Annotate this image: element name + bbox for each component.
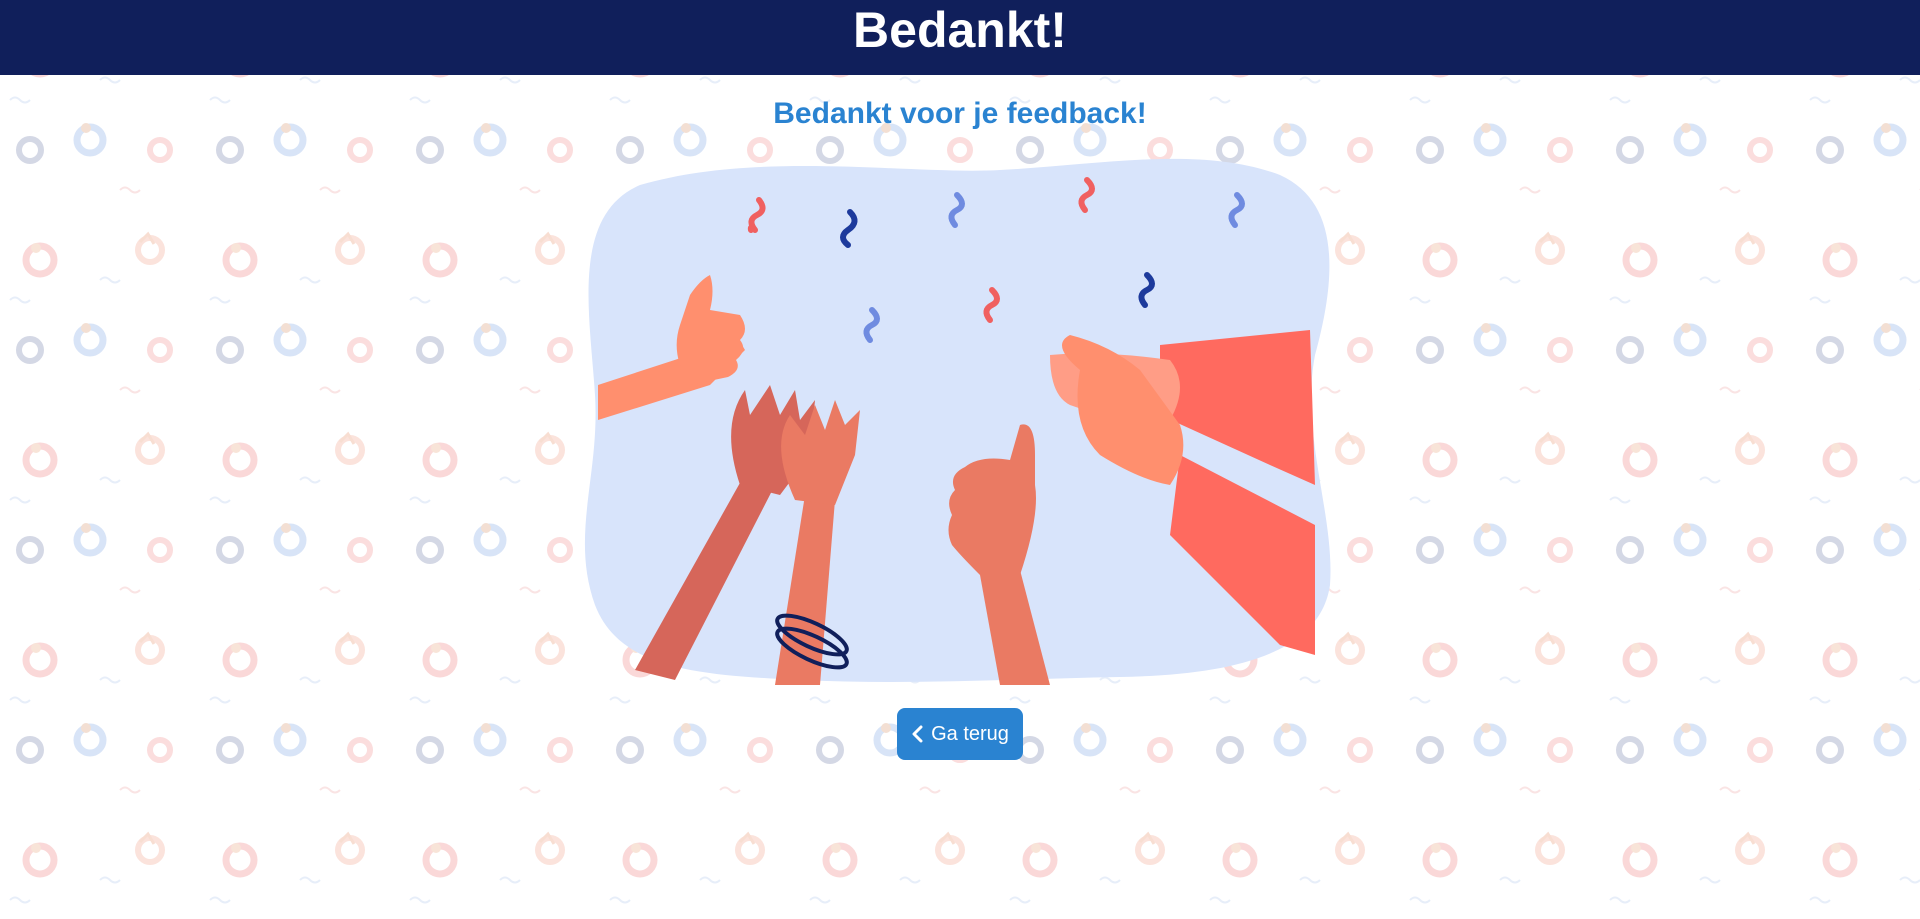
go-back-button[interactable]: Ga terug [897, 708, 1023, 760]
go-back-label: Ga terug [931, 722, 1009, 745]
page-title: Bedankt! [853, 2, 1067, 58]
page-header: Bedankt! [0, 0, 1920, 75]
chevron-left-icon [912, 725, 923, 743]
thank-you-message: Bedankt voor je feedback! [773, 97, 1147, 130]
clapping-hands-illustration [584, 158, 1331, 685]
